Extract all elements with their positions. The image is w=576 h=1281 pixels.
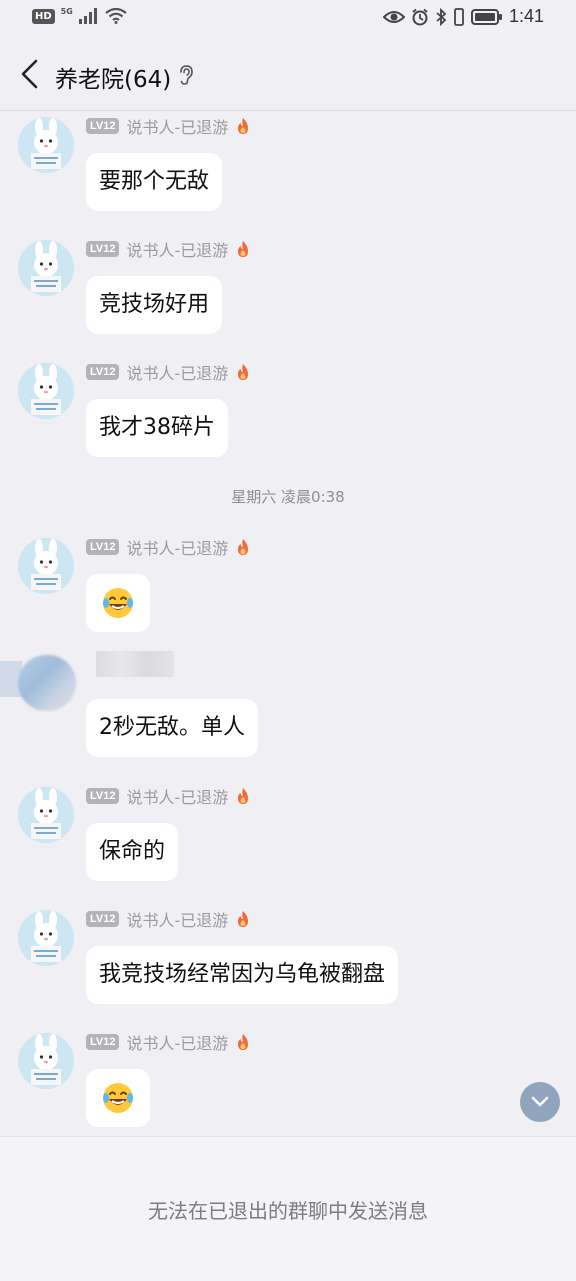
blurred-avatar[interactable]: [18, 655, 76, 711]
level-badge: LV12: [86, 1034, 120, 1050]
sender-name[interactable]: 说书人-已退游: [126, 237, 228, 261]
network-type: 5G: [60, 6, 73, 16]
message-bubble[interactable]: 2秒无敌。单人: [86, 699, 258, 757]
level-badge: LV12: [86, 539, 120, 555]
alarm-icon: [412, 8, 428, 25]
bluetooth-icon: [436, 7, 447, 26]
message-bubble[interactable]: [86, 574, 150, 632]
status-right: 1:41: [382, 6, 544, 27]
rabbit-avatar-icon: [18, 240, 74, 296]
wifi-icon: [105, 8, 127, 24]
rabbit-avatar-icon: [18, 538, 74, 594]
ear-icon[interactable]: [178, 64, 194, 86]
avatar[interactable]: [18, 538, 74, 594]
sender-name[interactable]: 说书人-已退游: [126, 1030, 228, 1054]
fire-icon: [238, 788, 249, 804]
laughing-crying-emoji-icon: [103, 1083, 133, 1113]
chevron-left-icon: [21, 59, 38, 89]
fire-icon: [238, 539, 249, 555]
group-title[interactable]: 养老院(64): [55, 60, 171, 94]
sender-name[interactable]: 说书人-已退游: [126, 360, 228, 384]
rabbit-avatar-icon: [18, 1033, 74, 1089]
input-area-disabled: 无法在已退出的群聊中发送消息: [0, 1136, 576, 1281]
eye-icon: [382, 10, 405, 23]
rabbit-avatar-icon: [18, 910, 74, 966]
message-list[interactable]: LV12 说书人-已退游 要那个无敌 LV12 说书人-已退游 竞技场好用 LV…: [0, 111, 576, 1136]
sender-name[interactable]: 说书人-已退游: [126, 784, 228, 808]
time-separator: 星期六 凌晨0:38: [231, 488, 345, 506]
message-bubble[interactable]: 保命的: [86, 823, 179, 881]
battery-icon: [470, 8, 502, 25]
avatar[interactable]: [18, 1033, 74, 1089]
message-bubble[interactable]: 要那个无敌: [86, 153, 223, 211]
rabbit-avatar-icon: [18, 787, 74, 843]
status-left: HD 5G: [32, 6, 127, 24]
fire-icon: [238, 911, 249, 927]
sender-meta: LV12 说书人-已退游: [86, 1031, 251, 1053]
sender-meta: LV12 说书人-已退游: [86, 115, 251, 137]
cannot-send-notice: 无法在已退出的群聊中发送消息: [148, 1199, 428, 1223]
avatar[interactable]: [18, 363, 74, 419]
status-bar: HD 5G 1:41: [0, 0, 576, 40]
chevron-down-icon: [531, 1096, 549, 1107]
message-bubble[interactable]: 竞技场好用: [86, 276, 223, 334]
message-bubble[interactable]: 我竞技场经常因为乌龟被翻盘: [86, 946, 399, 1004]
sender-meta: LV12 说书人-已退游: [86, 238, 251, 260]
sender-meta: LV12 说书人-已退游: [86, 361, 251, 383]
scroll-to-bottom-button[interactable]: [520, 1082, 560, 1122]
level-badge: LV12: [86, 364, 120, 380]
laughing-crying-emoji-icon: [103, 588, 133, 618]
rabbit-avatar-icon: [18, 363, 74, 419]
signal-icon: [78, 8, 97, 24]
fire-icon: [238, 364, 249, 380]
message-bubble[interactable]: 我才38碎片: [86, 399, 228, 457]
message-bubble[interactable]: [86, 1069, 150, 1127]
level-badge: LV12: [86, 118, 120, 134]
avatar[interactable]: [18, 240, 74, 296]
vibrate-icon: [454, 7, 464, 26]
clock: 1:41: [508, 6, 544, 26]
fire-icon: [238, 1034, 249, 1050]
sender-meta: LV12 说书人-已退游: [86, 908, 251, 930]
level-badge: LV12: [86, 241, 120, 257]
blurred-sender-name: [96, 651, 174, 677]
sender-name[interactable]: 说书人-已退游: [126, 535, 228, 559]
level-badge: LV12: [86, 788, 120, 804]
chat-header: 养老院(64): [0, 40, 576, 111]
avatar[interactable]: [18, 117, 74, 173]
back-button[interactable]: [14, 56, 48, 92]
level-badge: LV12: [86, 911, 120, 927]
hd-indicator: HD: [32, 8, 55, 24]
sender-meta: LV12 说书人-已退游: [86, 536, 251, 558]
avatar[interactable]: [18, 787, 74, 843]
sender-meta: LV12 说书人-已退游: [86, 785, 251, 807]
fire-icon: [238, 241, 249, 257]
sender-name[interactable]: 说书人-已退游: [126, 114, 228, 138]
avatar[interactable]: [18, 910, 74, 966]
sender-name[interactable]: 说书人-已退游: [126, 907, 228, 931]
rabbit-avatar-icon: [18, 117, 74, 173]
fire-icon: [238, 118, 249, 134]
